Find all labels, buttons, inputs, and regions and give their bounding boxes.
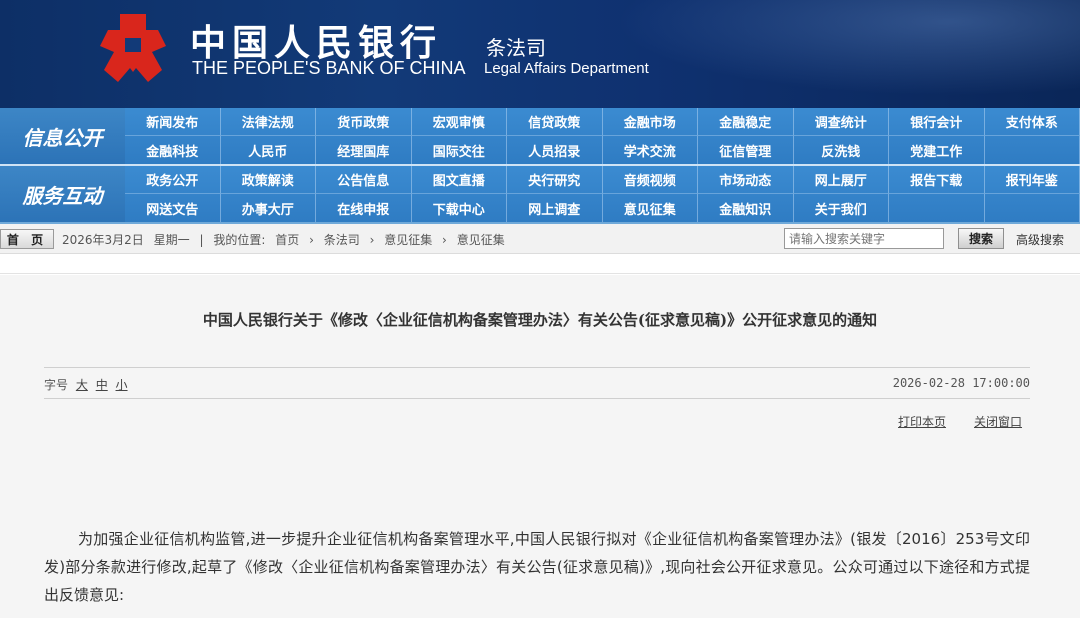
font-size-medium[interactable]: 中 xyxy=(96,378,108,392)
nav-item[interactable]: 金融市场 xyxy=(602,108,698,136)
nav-item[interactable]: 学术交流 xyxy=(603,136,698,164)
nav-item[interactable]: 支付体系 xyxy=(984,108,1080,136)
font-size-large[interactable]: 大 xyxy=(76,378,88,392)
nav-group-service: 服务互动 政务公开 政策解读 公告信息 图文直播 央行研究 音频视频 市场动态 … xyxy=(0,166,1080,222)
nav-item[interactable]: 网上展厅 xyxy=(793,166,889,194)
breadcrumb-link-dept[interactable]: 条法司 xyxy=(324,233,360,247)
nav-item[interactable]: 经理国库 xyxy=(316,136,412,164)
nav-item[interactable]: 反洗钱 xyxy=(794,136,889,164)
home-button[interactable]: 首 页 xyxy=(0,229,54,249)
department-name-cn: 条法司 xyxy=(486,36,546,60)
nav-item[interactable]: 银行会计 xyxy=(889,108,985,136)
nav-item[interactable]: 在线申报 xyxy=(316,194,412,222)
department-name-en: Legal Affairs Department xyxy=(484,60,649,77)
nav-item[interactable]: 党建工作 xyxy=(889,136,985,164)
spacer-band xyxy=(0,254,1080,274)
close-window-link[interactable]: 关闭窗口 xyxy=(974,413,1022,430)
nav-item[interactable]: 报告下载 xyxy=(889,166,985,194)
nav-item[interactable]: 图文直播 xyxy=(411,166,507,194)
nav-item[interactable]: 人员招录 xyxy=(507,136,603,164)
page-root: 中国人民银行 THE PEOPLE'S BANK OF CHINA 条法司 Le… xyxy=(0,0,1080,618)
nav-item[interactable]: 法律法规 xyxy=(220,108,316,136)
nav-item[interactable]: 货币政策 xyxy=(316,108,412,136)
nav-item[interactable]: 新闻发布 xyxy=(125,108,221,136)
search-button[interactable]: 搜索 xyxy=(958,228,1004,249)
nav-group-label: 信息公开 xyxy=(0,108,125,164)
chevron-right-icon: › xyxy=(442,233,447,247)
nav-item[interactable]: 网上调查 xyxy=(507,194,603,222)
header-banner: 中国人民银行 THE PEOPLE'S BANK OF CHINA 条法司 Le… xyxy=(0,0,1080,108)
nav-item[interactable]: 关于我们 xyxy=(794,194,889,222)
breadcrumb-link-current[interactable]: 意见征集 xyxy=(457,233,505,247)
nav-row: 金融科技 人民币 经理国库 国际交往 人员招录 学术交流 征信管理 反洗钱 党建… xyxy=(125,136,1080,164)
nav-item-empty xyxy=(985,136,1080,164)
publish-time: 2026-02-28 17:00:00 xyxy=(892,376,1030,390)
chevron-right-icon: › xyxy=(369,233,375,247)
nav-item[interactable]: 办事大厅 xyxy=(221,194,316,222)
current-date: 2026年3月2日 xyxy=(62,233,144,247)
main-navigation: 信息公开 新闻发布 法律法规 货币政策 宏观审慎 信贷政策 金融市场 金融稳定 … xyxy=(0,108,1080,224)
current-weekday: 星期一 xyxy=(153,233,190,247)
location-prefix: 我的位置: xyxy=(213,233,266,247)
nav-group-info: 信息公开 新闻发布 法律法规 货币政策 宏观审慎 信贷政策 金融市场 金融稳定 … xyxy=(0,108,1080,164)
nav-item[interactable]: 意见征集 xyxy=(603,194,698,222)
print-page-link[interactable]: 打印本页 xyxy=(898,413,946,430)
nav-item[interactable]: 信贷政策 xyxy=(507,108,603,136)
nav-item[interactable]: 金融稳定 xyxy=(698,108,794,136)
nav-row: 网送文告 办事大厅 在线申报 下载中心 网上调查 意见征集 金融知识 关于我们 xyxy=(125,194,1080,222)
nav-item[interactable]: 调查统计 xyxy=(793,108,889,136)
nav-item[interactable]: 政务公开 xyxy=(125,166,221,194)
article-body: 为加强企业征信机构监管,进一步提升企业征信机构备案管理水平,中国人民银行拟对《企… xyxy=(44,530,1030,604)
breadcrumb-link-section[interactable]: 意见征集 xyxy=(384,233,432,247)
nav-item-empty xyxy=(889,194,985,222)
nav-item[interactable]: 音频视频 xyxy=(602,166,698,194)
nav-item[interactable]: 金融科技 xyxy=(125,136,221,164)
font-size-control: 字号 大 中 小 xyxy=(44,376,128,393)
article-title: 中国人民银行关于《修改〈企业征信机构备案管理办法〉有关公告(征求意见稿)》公开征… xyxy=(202,311,878,329)
nav-item[interactable]: 下载中心 xyxy=(412,194,507,222)
banner-glow xyxy=(560,0,1080,108)
nav-item[interactable]: 金融知识 xyxy=(698,194,794,222)
nav-item[interactable]: 市场动态 xyxy=(698,166,794,194)
nav-item[interactable]: 报刊年鉴 xyxy=(984,166,1080,194)
nav-item[interactable]: 央行研究 xyxy=(507,166,603,194)
chevron-right-icon: › xyxy=(309,233,314,247)
font-size-small[interactable]: 小 xyxy=(116,378,128,392)
search-input[interactable] xyxy=(784,228,944,249)
breadcrumb-link-home[interactable]: 首页 xyxy=(275,233,299,247)
nav-item[interactable]: 公告信息 xyxy=(316,166,412,194)
nav-item[interactable]: 国际交往 xyxy=(412,136,507,164)
breadcrumb-separator: | xyxy=(199,233,204,247)
breadcrumb-bar: 首 页 2026年3月2日 星期一 | 我的位置: 首页 › 条法司 › 意见征… xyxy=(0,224,1080,254)
article-panel: 中国人民银行关于《修改〈企业征信机构备案管理办法〉有关公告(征求意见稿)》公开征… xyxy=(0,275,1080,618)
bank-name-en: THE PEOPLE'S BANK OF CHINA xyxy=(192,58,466,78)
nav-item[interactable]: 网送文告 xyxy=(125,194,221,222)
nav-grid: 政务公开 政策解读 公告信息 图文直播 央行研究 音频视频 市场动态 网上展厅 … xyxy=(125,166,1080,222)
nav-row: 新闻发布 法律法规 货币政策 宏观审慎 信贷政策 金融市场 金融稳定 调查统计 … xyxy=(125,108,1080,136)
nav-group-label: 服务互动 xyxy=(0,166,125,222)
pboc-logo-icon[interactable] xyxy=(92,12,174,86)
article-meta-bar: 字号 大 中 小 2026-02-28 17:00:00 xyxy=(44,367,1030,399)
nav-row: 政务公开 政策解读 公告信息 图文直播 央行研究 音频视频 市场动态 网上展厅 … xyxy=(125,166,1080,194)
font-size-label: 字号 xyxy=(44,378,69,392)
nav-item[interactable]: 征信管理 xyxy=(698,136,794,164)
nav-item[interactable]: 宏观审慎 xyxy=(411,108,507,136)
breadcrumb: 2026年3月2日 星期一 | 我的位置: 首页 › 条法司 › 意见征集 › … xyxy=(62,231,511,248)
nav-grid: 新闻发布 法律法规 货币政策 宏观审慎 信贷政策 金融市场 金融稳定 调查统计 … xyxy=(125,108,1080,164)
nav-item[interactable]: 人民币 xyxy=(221,136,316,164)
nav-item-empty xyxy=(985,194,1080,222)
advanced-search-link[interactable]: 高级搜索 xyxy=(1016,231,1064,248)
nav-item[interactable]: 政策解读 xyxy=(220,166,316,194)
